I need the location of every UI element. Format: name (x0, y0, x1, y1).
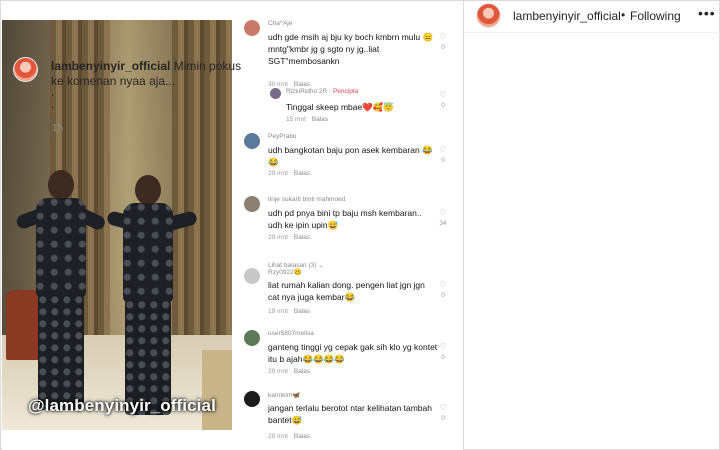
like-control[interactable]: ♡ 0 (436, 342, 450, 362)
comment-username: tinje sukarti binti mahmoed (268, 196, 346, 203)
comment-screenshot: Cha^Aje udh gde msih aj bju ky boch kmbr… (236, 12, 462, 447)
heart-icon[interactable]: ♡ (439, 280, 446, 289)
post-header: lambenyinyir_official • Following ••• (464, 1, 720, 33)
caption-text: lambenyinyir_official Mimin pokus ke kom… (51, 59, 251, 89)
comment-text: Tinggal skeep mbae❤️🥰😇 (286, 102, 394, 112)
comment-meta: 29 mnt Balas (268, 433, 310, 440)
dancer-left (14, 170, 108, 420)
avatar (244, 268, 260, 284)
comment-meta: 29 mnt Balas (268, 234, 310, 241)
like-count: 34 (439, 220, 447, 227)
avatar (244, 20, 260, 36)
reply-link[interactable]: Balas (294, 81, 310, 88)
caption-avatar[interactable] (13, 57, 38, 82)
comment-meta: 15 mnt Balas (286, 116, 328, 123)
watermark-text: @lambenyinyir_official (28, 396, 216, 415)
comment-time: 29 mnt (268, 368, 288, 375)
comment-item: user5807melisa ganteng tinggi yg cepak g… (236, 330, 462, 385)
comment-time: 30 mnt (268, 81, 288, 88)
comment-item: PeyPrabu udh bangkotan baju pon asek kem… (236, 133, 462, 178)
comment-text: udh pd pnya bini tp baju msh kembaran.. … (268, 208, 422, 230)
avatar (244, 391, 260, 407)
avatar (244, 330, 260, 346)
avatar (270, 88, 281, 99)
following-button[interactable]: Following (630, 9, 681, 23)
comment-username: user5807melisa (268, 330, 314, 337)
comment-username: Rzy0922🥴 (268, 269, 302, 276)
comment-text: ganteng tinggi yg cepak gak sih klo yg k… (268, 342, 438, 364)
avatar (244, 196, 260, 212)
more-options-icon[interactable]: ••• (698, 5, 716, 21)
comment-text: liat rumah kalian dong. pengen liat jgn … (268, 280, 425, 302)
heart-icon[interactable]: ♡ (439, 342, 446, 351)
author-avatar[interactable] (476, 3, 501, 28)
comment-text: udh gde msih aj bju ky boch kmbrn mulu 😑… (268, 32, 434, 66)
comment-time: 15 mnt (286, 116, 306, 123)
like-count: 0 (441, 415, 445, 422)
side-table (202, 350, 232, 430)
post-modal: @lambenyinyir_official Cha^Aje udh gde m… (0, 0, 720, 450)
creator-tag: · Pencipta (329, 88, 359, 95)
comment-meta: 19 mnt Balas (268, 308, 310, 315)
dancer-right (105, 175, 199, 425)
like-count: 0 (441, 292, 445, 299)
like-control[interactable]: ♡ 34 (436, 208, 450, 228)
heart-icon[interactable]: ♡ (439, 145, 446, 154)
like-count: 0 (441, 44, 445, 51)
comment-item: Cha^Aje udh gde msih aj bju ky boch kmbr… (236, 20, 462, 90)
heart-icon[interactable]: ♡ (439, 32, 446, 41)
comment-text: udh bangkotan baju pon asek kembaran 😂😂 (268, 145, 433, 167)
like-count: 0 (441, 157, 445, 164)
heart-icon[interactable]: ♡ (439, 90, 446, 99)
comment-username: Cha^Aje (268, 20, 293, 27)
comment-text: jangan terlalu berotot ntar kelihatan ta… (268, 403, 432, 425)
heart-icon[interactable]: ♡ (439, 208, 446, 217)
like-control[interactable]: ♡ 0 (436, 145, 450, 165)
caption-dots: . . (51, 87, 55, 111)
like-count: 0 (441, 354, 445, 361)
caption-handle[interactable]: lambenyinyir_official (51, 59, 170, 73)
comment-item: tinje sukarti binti mahmoed udh pd pnya … (236, 196, 462, 251)
pane-divider (463, 1, 464, 450)
comment-meta: 29 mnt Balas (268, 170, 310, 177)
avatar (244, 133, 260, 149)
reply-link[interactable]: Balas (294, 368, 310, 375)
comment-reply-item: RizkiRidho 2R · Pencipta Tinggal skeep m… (236, 88, 462, 128)
like-control[interactable]: ♡ 0 (436, 32, 450, 52)
post-time: 1h (52, 123, 64, 134)
like-control[interactable]: ♡ 0 (436, 280, 450, 300)
comment-item: Rzy0922🥴 liat rumah kalian dong. pengen … (236, 268, 462, 323)
author-handle[interactable]: lambenyinyir_official (513, 9, 621, 23)
comment-time: 29 mnt (268, 433, 288, 440)
reply-link[interactable]: Balas (294, 308, 310, 315)
comment-username: PeyPrabu (268, 133, 297, 140)
separator-dot: • (621, 8, 626, 22)
comment-meta: 30 mnt Balas (268, 81, 310, 88)
like-control[interactable]: ♡ 0 (436, 403, 450, 423)
comment-time: 19 mnt (268, 308, 288, 315)
comment-time: 29 mnt (268, 234, 288, 241)
like-count: 0 (441, 102, 445, 109)
comment-username: karinkim🦋 (268, 392, 301, 399)
comment-username: RizkiRidho 2R · Pencipta (286, 88, 359, 95)
reply-link[interactable]: Balas (294, 433, 310, 440)
comment-time: 29 mnt (268, 170, 288, 177)
reply-link[interactable]: Balas (312, 116, 328, 123)
reply-link[interactable]: Balas (294, 170, 310, 177)
comment-item: karinkim🦋 jangan terlalu berotot ntar ke… (236, 391, 462, 446)
heart-icon[interactable]: ♡ (439, 403, 446, 412)
comment-meta: 29 mnt Balas (268, 368, 310, 375)
like-control[interactable]: ♡ 0 (436, 90, 450, 110)
reply-link[interactable]: Balas (294, 234, 310, 241)
